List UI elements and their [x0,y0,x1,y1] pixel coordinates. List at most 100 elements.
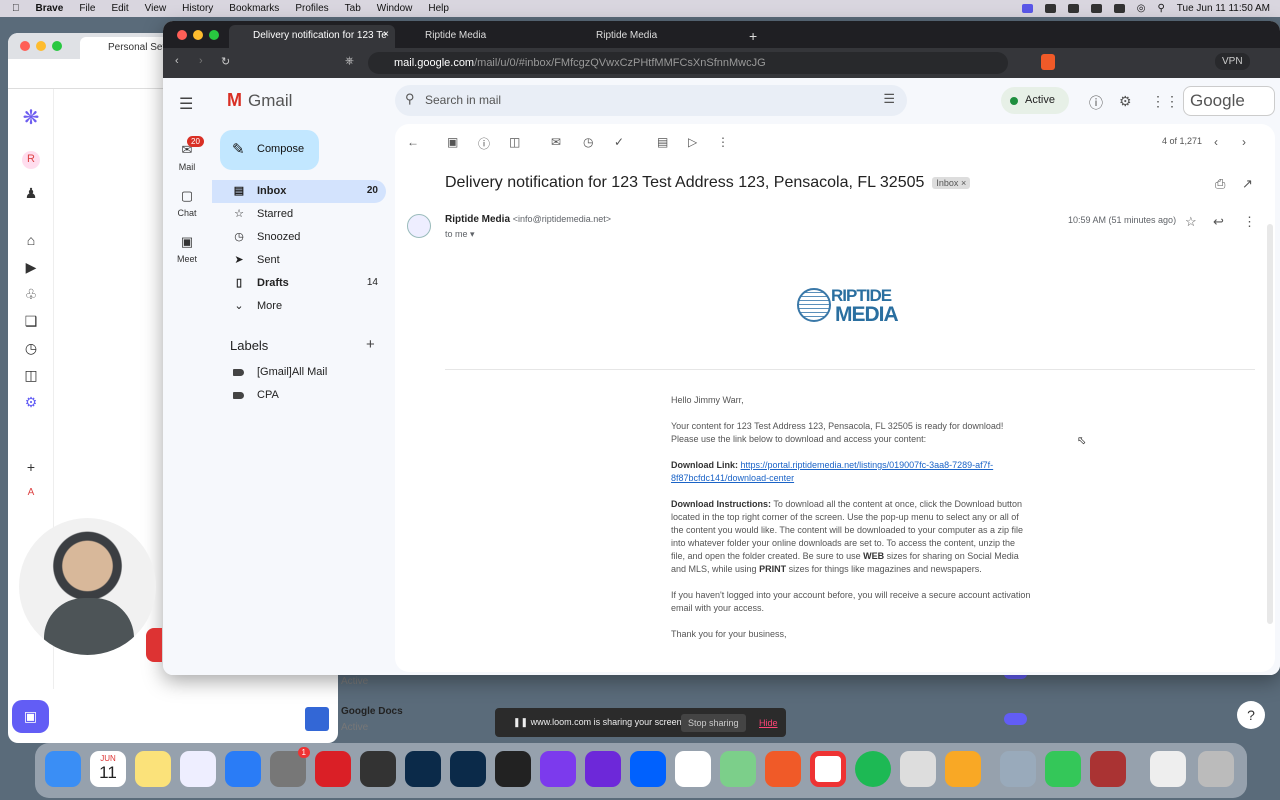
folder-drafts[interactable]: ▯ Drafts 14 [212,272,386,295]
tab-riptide[interactable]: Riptide Media [401,25,567,48]
help-icon[interactable]: ? [1237,701,1265,729]
folder-more[interactable]: ⌄ More [212,295,386,318]
calendar-icon[interactable]: JUN 11 [90,751,126,787]
loom-status-icon[interactable] [1021,4,1033,13]
open-new-window-icon[interactable]: ↗ [1242,176,1253,192]
scissors-icon[interactable] [720,751,756,787]
wifi-icon[interactable]: ◎ [1137,3,1146,14]
notes-icon[interactable] [135,751,171,787]
loom-camera-icon[interactable]: ▣ [12,700,49,733]
rail-chat[interactable]: ▢ Chat [163,188,211,218]
compose-button[interactable]: ✎ Compose [220,130,319,170]
filter-icon[interactable]: ☰ [883,91,895,107]
quicktime-icon[interactable] [1000,751,1036,787]
webcam-bubble[interactable] [19,518,156,655]
close-dot[interactable] [20,41,30,51]
vpn-button[interactable]: VPN [1215,53,1250,70]
users-icon[interactable]: ♟ [22,185,40,203]
print-icon[interactable]: ⎙ [1215,176,1225,192]
trash-icon[interactable] [1198,751,1234,787]
preview-icon[interactable] [900,751,936,787]
menu-tab[interactable]: Tab [345,3,361,14]
photoshop-icon[interactable] [405,751,441,787]
menu-help[interactable]: Help [428,3,449,14]
settings-icon[interactable]: ⚙ [1119,93,1132,110]
close-icon[interactable]: × [383,29,389,40]
menu-edit[interactable]: Edit [111,3,128,14]
back-arrow-icon[interactable]: ← [407,135,419,149]
apple-icon[interactable]:  [12,3,20,14]
star-icon[interactable]: ☆ [1185,214,1197,230]
folder-snoozed[interactable]: ◷ Snoozed [212,226,386,249]
mark-unread-icon[interactable]: ✉ [551,135,561,149]
minimize-dot[interactable] [193,30,203,40]
tab-riptide[interactable]: Riptide Media [572,25,738,48]
menu-bookmarks[interactable]: Bookmarks [229,3,279,14]
video-icon[interactable]: ▶ [22,259,40,277]
prev-icon[interactable]: ‹ [1214,135,1218,149]
label-item[interactable]: CPA [212,384,386,406]
add-label-icon[interactable]: + [366,336,375,353]
help-icon[interactable]: ⓘ [1089,93,1103,113]
menu-history[interactable]: History [182,3,213,14]
label-item[interactable]: [Gmail]All Mail [212,361,386,383]
chrome-icon[interactable] [810,751,846,787]
app-store-icon[interactable] [225,751,261,787]
tab-gmail[interactable]: Delivery notification for 123 Te × [229,25,395,48]
next-icon[interactable]: › [1242,135,1246,149]
facetime-icon[interactable] [1045,751,1081,787]
record-indicator[interactable] [146,628,162,662]
address-bar[interactable]: mail.google.com/mail/u/0/#inbox/FMfcgzQV… [368,52,1008,74]
plus-icon[interactable]: + [22,459,40,477]
reply-icon[interactable]: ↩ [1213,214,1224,230]
hide-button[interactable]: Hide [759,718,778,728]
bookmark-icon[interactable]: ❑ [22,313,40,331]
menu-view[interactable]: View [145,3,167,14]
dictionary-icon[interactable] [1090,751,1126,787]
clock-icon[interactable]: ◷ [22,340,40,358]
sender-avatar[interactable] [407,214,431,238]
menu-window[interactable]: Window [377,3,413,14]
report-spam-icon[interactable]: ⓘ [478,135,490,152]
move-to-icon[interactable]: ▤ [657,135,668,149]
close-dot[interactable] [177,30,187,40]
minimize-dot[interactable] [36,41,46,51]
bluetooth-icon[interactable] [1090,4,1102,13]
recipient-toggle[interactable]: to me ▾ [445,229,475,240]
creative-cloud-icon[interactable] [315,751,351,787]
gem-icon[interactable] [540,751,576,787]
inbox-chip[interactable]: Inbox × [932,176,971,189]
menu-icon[interactable]: ☰ [179,94,193,114]
archive-icon[interactable]: ▣ [447,135,458,149]
pages-icon[interactable] [945,751,981,787]
search-icon[interactable]: ⚲ [1157,3,1164,14]
bell-icon[interactable]: ♧ [22,286,40,304]
snooze-icon[interactable]: ◷ [583,135,593,149]
menu-file[interactable]: File [79,3,95,14]
status-dropdown[interactable]: Active [1001,87,1069,114]
lightroom-icon[interactable] [450,751,486,787]
final-cut-icon[interactable] [360,751,396,787]
battery-icon[interactable] [1113,4,1125,13]
rail-meet[interactable]: ▣ Meet [163,234,211,264]
delete-icon[interactable]: ◫ [509,135,520,149]
system-settings-icon[interactable]: 1 [270,747,310,787]
search-icon[interactable]: ⚲ [405,91,415,107]
folder-sent[interactable]: ➤ Sent [212,249,386,272]
forward-icon[interactable]: › [199,55,203,67]
zoom-dot[interactable] [52,41,62,51]
back-icon[interactable]: ‹ [175,55,179,67]
app-badge[interactable]: A [22,487,40,505]
folder-starred[interactable]: ☆ Starred [212,203,386,226]
spotify-icon[interactable] [855,751,891,787]
label-icon[interactable]: ▷ [688,135,697,149]
add-task-icon[interactable]: ✓ [614,135,624,149]
stop-sharing-button[interactable]: Stop sharing [681,714,746,732]
layers-icon[interactable] [495,751,531,787]
reload-icon[interactable]: ↻ [221,55,230,68]
folder-inbox[interactable]: ▤ Inbox 20 [212,180,386,203]
settings-icon[interactable]: ⚙ [22,394,40,412]
brave-icon[interactable] [765,751,801,787]
status-icon[interactable] [1067,4,1079,13]
new-tab-icon[interactable]: + [743,25,767,48]
